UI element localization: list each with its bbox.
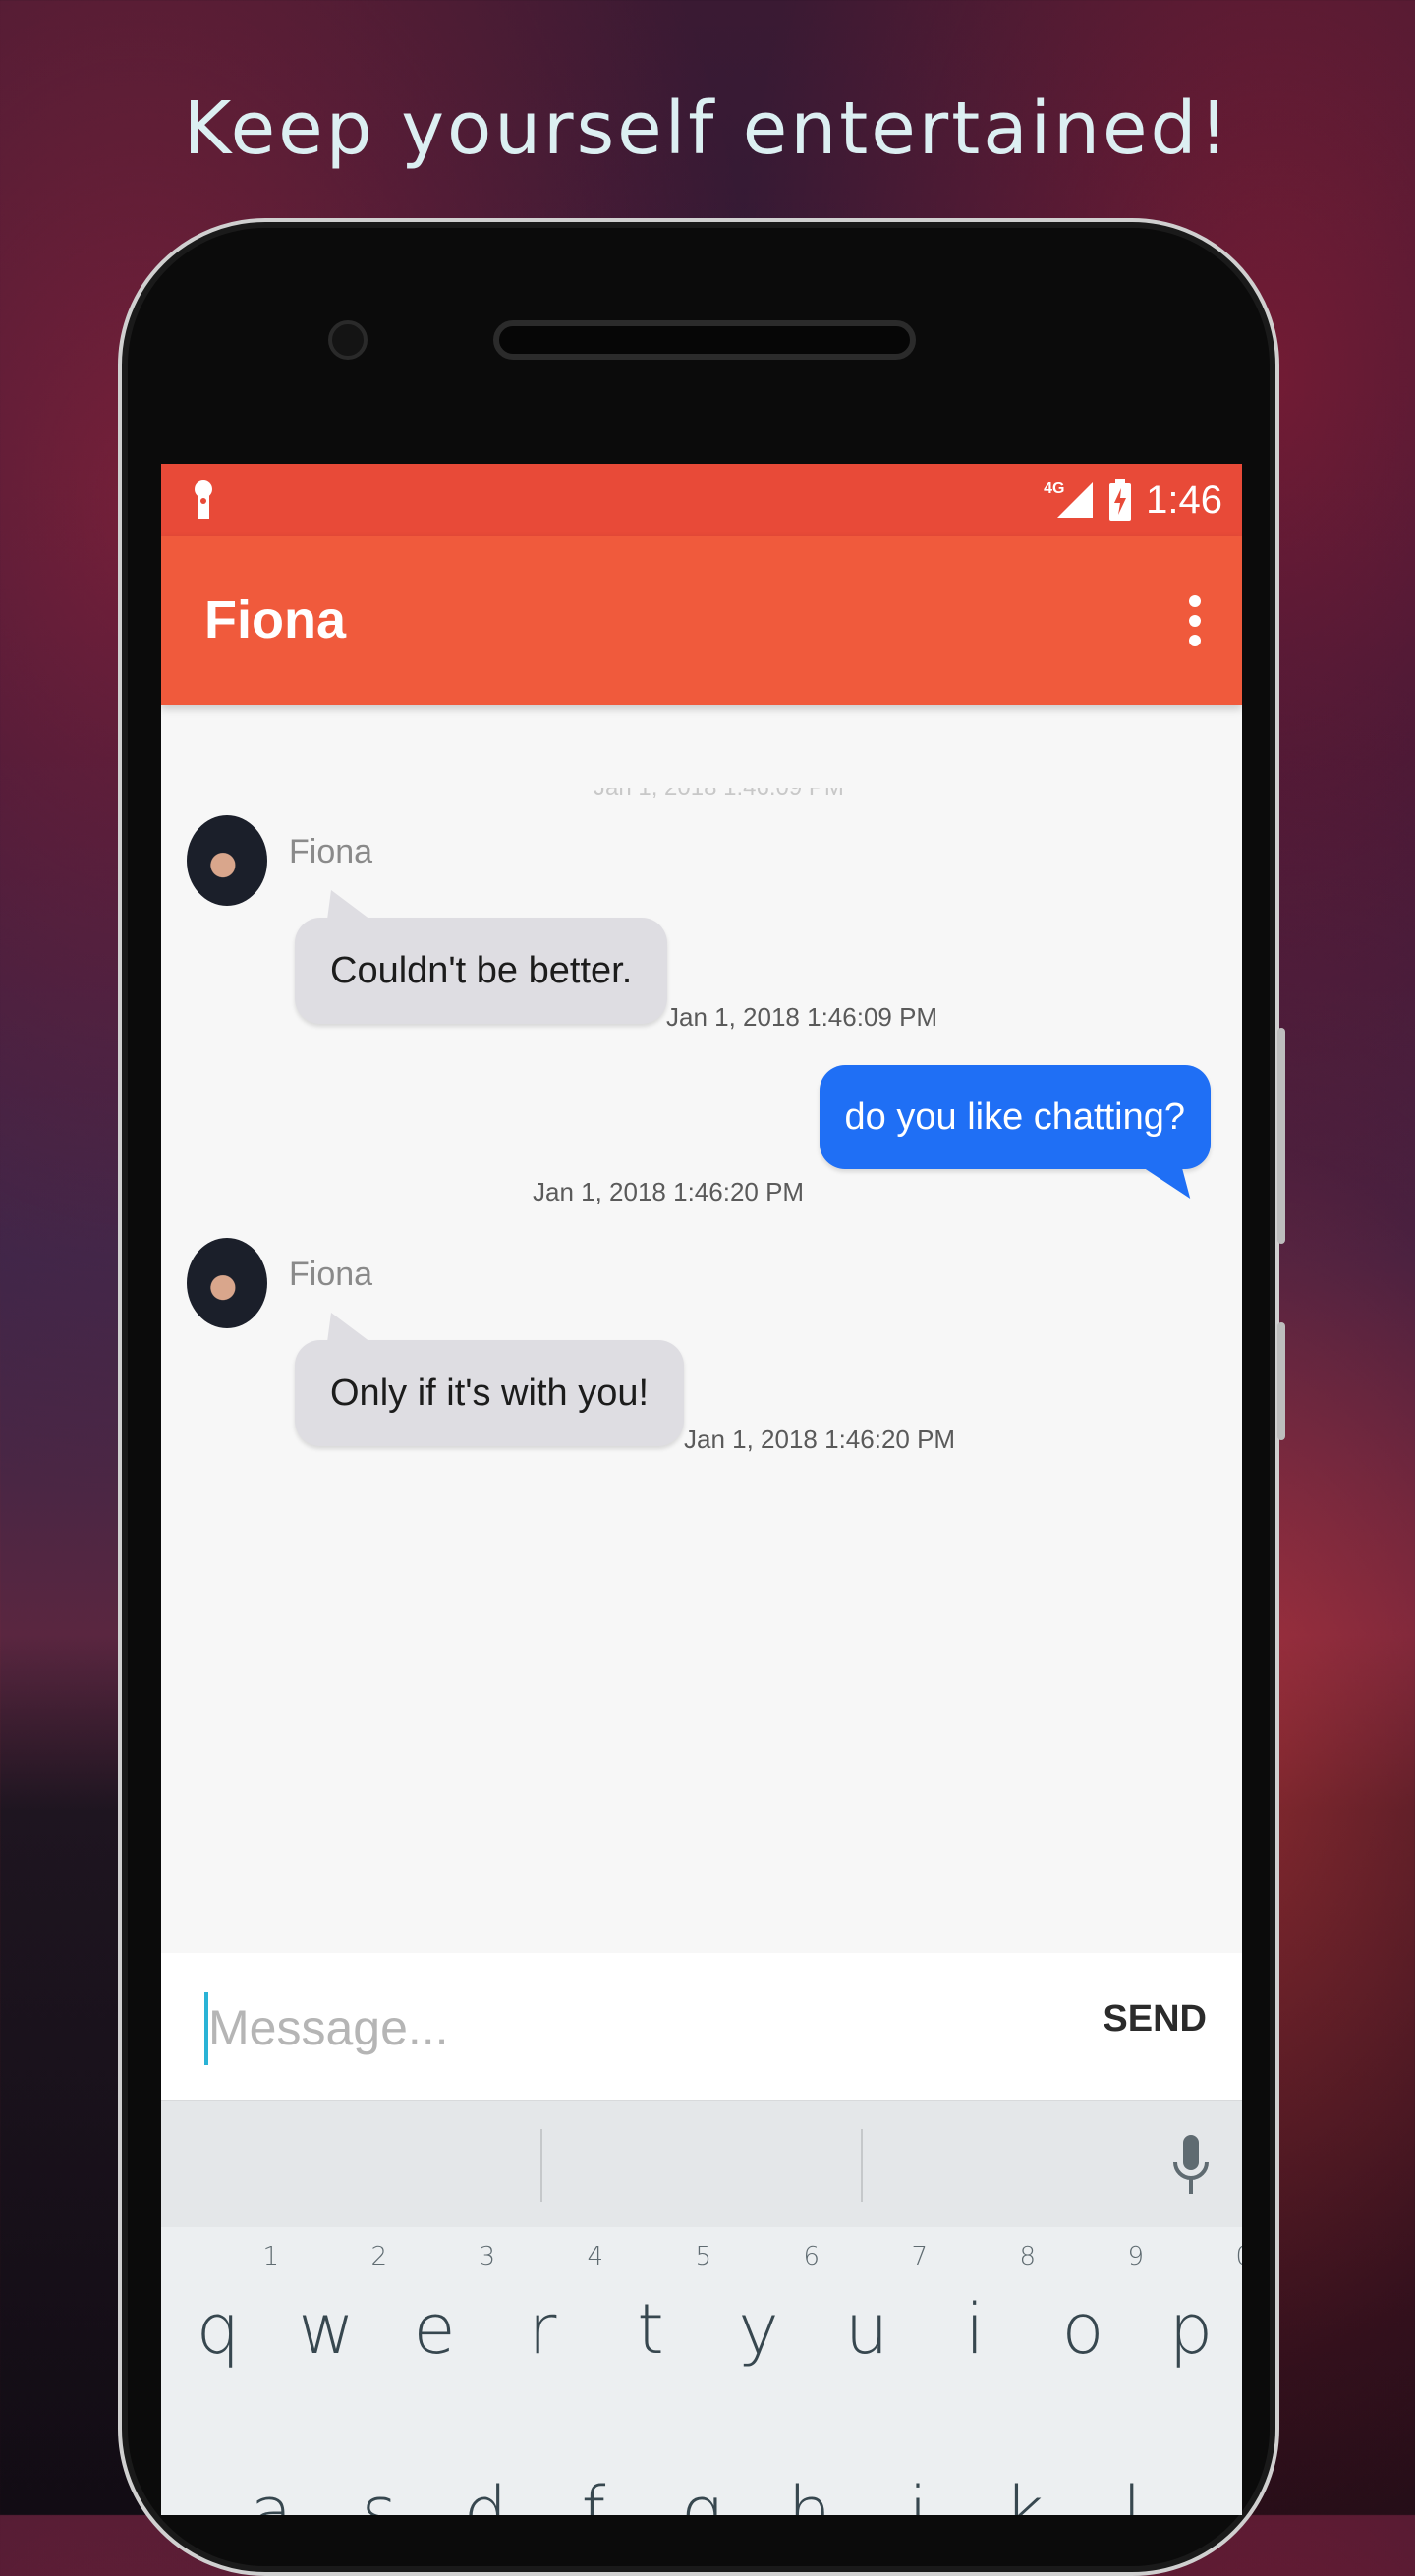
key-number-hint: 9 <box>1127 2242 1144 2271</box>
key-label: p <box>1168 2289 1214 2370</box>
sender-name: Fiona <box>289 1256 373 1293</box>
message-composer: SEND <box>161 1953 1242 2100</box>
key-t[interactable]: t5 <box>611 2242 711 2370</box>
key-label: o <box>1061 2289 1104 2370</box>
bubble-tail <box>313 890 370 920</box>
key-number-hint: 3 <box>479 2242 495 2271</box>
key-label: q <box>196 2289 241 2370</box>
message-bubble-incoming[interactable]: Only if it's with you! <box>295 1313 685 1446</box>
key-q[interactable]: q1 <box>179 2242 279 2370</box>
volume-button <box>1277 1028 1285 1244</box>
network-label: 4G <box>1044 480 1065 497</box>
key-number-hint: 8 <box>1019 2242 1036 2271</box>
battery-charging-icon <box>1109 479 1132 521</box>
key-number-hint: 5 <box>695 2242 711 2271</box>
suggestion-strip <box>161 2100 1242 2227</box>
key-a[interactable]: a <box>232 2472 311 2515</box>
message-bubble-incoming[interactable]: Couldn't be better. <box>295 890 668 1024</box>
status-bar: 4G 1:46 <box>161 464 1242 536</box>
key-k[interactable]: k <box>985 2472 1063 2515</box>
message-input[interactable] <box>206 1983 996 2073</box>
key-o[interactable]: o9 <box>1044 2242 1144 2370</box>
key-r[interactable]: r4 <box>503 2242 603 2370</box>
key-w[interactable]: w2 <box>287 2242 387 2370</box>
suggestion-divider <box>861 2129 863 2202</box>
key-label: r <box>528 2289 557 2370</box>
key-j[interactable]: j <box>878 2472 957 2515</box>
key-g[interactable]: g <box>662 2472 741 2515</box>
signal-4g-icon: 4G <box>1044 480 1095 520</box>
key-number-hint: 2 <box>370 2242 387 2271</box>
key-y[interactable]: y6 <box>719 2242 820 2370</box>
key-f[interactable]: f <box>554 2472 633 2515</box>
status-time: 1:46 <box>1146 477 1222 522</box>
sender-name: Fiona <box>289 833 373 870</box>
earpiece-speaker <box>493 320 916 360</box>
key-label: i <box>965 2289 985 2370</box>
key-number-hint: 6 <box>803 2242 820 2271</box>
suggestion-divider <box>540 2129 542 2202</box>
key-e[interactable]: e3 <box>395 2242 495 2370</box>
avatar[interactable] <box>187 815 267 906</box>
send-button[interactable]: SEND <box>1103 1998 1207 2041</box>
microphone-icon[interactable] <box>1171 2135 1211 2196</box>
key-number-hint: 4 <box>587 2242 603 2271</box>
key-u[interactable]: u7 <box>827 2242 928 2370</box>
message-timestamp: Jan 1, 2018 1:46:20 PM <box>533 1177 805 1206</box>
soft-keyboard: q1w2e3r4t5y6u7i8o9p0asdfghjkl <box>161 2100 1242 2515</box>
bubble-tail <box>313 1313 370 1342</box>
key-l[interactable]: l <box>1093 2472 1171 2515</box>
key-d[interactable]: d <box>446 2472 525 2515</box>
message-list[interactable]: Jan 1, 2018 1:46:09 PM Fiona Couldn't be… <box>161 705 1242 1953</box>
key-number-hint: 0 <box>1235 2242 1242 2271</box>
key-s[interactable]: s <box>340 2472 419 2515</box>
app-bar: Fiona <box>161 536 1242 705</box>
front-camera <box>328 320 368 360</box>
message-timestamp: Jan 1, 2018 1:46:09 PM <box>666 1002 938 1032</box>
message-text: do you like chatting? <box>844 1096 1185 1138</box>
key-p[interactable]: p0 <box>1152 2242 1242 2370</box>
more-vert-icon[interactable] <box>1187 593 1203 648</box>
message-bubble-outgoing[interactable]: do you like chatting? <box>819 1065 1211 1199</box>
message-text: Only if it's with you! <box>330 1372 650 1414</box>
chat-title: Fiona <box>204 590 346 649</box>
key-number-hint: 1 <box>262 2242 279 2271</box>
key-i[interactable]: i8 <box>935 2242 1036 2370</box>
bubble-tail <box>1142 1167 1201 1199</box>
key-h[interactable]: h <box>770 2472 849 2515</box>
phone-screen: 4G 1:46 Fiona Jan 1, 2018 1:46:09 PM Fio… <box>161 464 1242 2515</box>
message-text: Couldn't be better. <box>330 950 633 991</box>
keyhole-icon <box>195 480 212 519</box>
message-timestamp: Jan 1, 2018 1:46:20 PM <box>684 1425 956 1454</box>
key-label: w <box>298 2289 355 2370</box>
key-label: y <box>738 2289 779 2370</box>
avatar[interactable] <box>187 1238 267 1328</box>
power-button <box>1277 1322 1285 1440</box>
key-label: u <box>844 2289 889 2370</box>
faded-timestamp: Jan 1, 2018 1:46:09 PM <box>594 774 844 801</box>
headline: Keep yourself entertained! <box>183 86 1232 171</box>
key-label: t <box>637 2289 664 2370</box>
key-label: e <box>413 2289 456 2370</box>
key-number-hint: 7 <box>911 2242 928 2271</box>
